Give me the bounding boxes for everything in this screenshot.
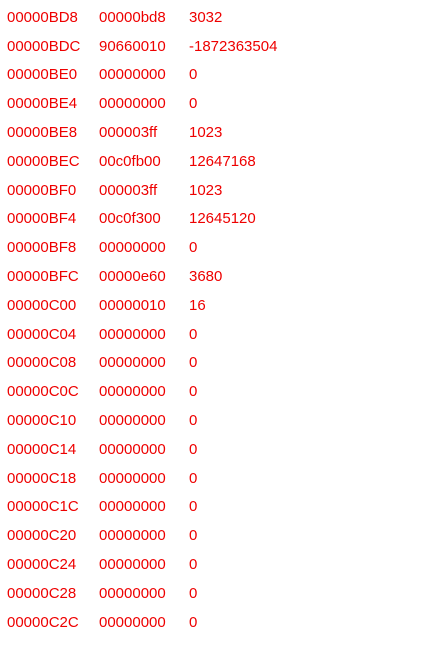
address-cell: 00000BFC [7, 268, 79, 286]
hex-value-cell: 00c0fb00 [99, 152, 161, 170]
address-cell: 00000BDC [7, 37, 81, 55]
decimal-value-cell: 0 [189, 66, 198, 84]
address-cell: 00000BE4 [7, 95, 78, 113]
address-cell: 00000C14 [7, 440, 77, 458]
address-cell: 00000C10 [7, 412, 77, 430]
hex-value-cell: 00000000 [99, 556, 166, 574]
memory-row: 00000C18 00000000 0 [7, 464, 417, 493]
memory-row: 00000C00 00000010 16 [7, 291, 417, 320]
hex-value-cell: 00000000 [99, 383, 166, 401]
hex-value-cell: 00000000 [99, 613, 166, 631]
memory-row: 00000BF8 00000000 0 [7, 233, 417, 262]
address-cell: 00000C28 [7, 584, 77, 602]
memory-row: 00000C20 00000000 0 [7, 521, 417, 550]
address-cell: 00000BEC [7, 152, 80, 170]
hex-value-cell: 00000000 [99, 354, 166, 372]
memory-row: 00000BE8 000003ff 1023 [7, 118, 417, 147]
address-cell: 00000C0C [7, 383, 79, 401]
hex-value-cell: 00000000 [99, 440, 166, 458]
hex-value-cell: 90660010 [99, 37, 166, 55]
memory-row: 00000C24 00000000 0 [7, 550, 417, 579]
memory-row: 00000BE0 00000000 0 [7, 61, 417, 90]
memory-row: 00000C14 00000000 0 [7, 435, 417, 464]
hex-value-cell: 00000000 [99, 527, 166, 545]
decimal-value-cell: 0 [189, 412, 198, 430]
decimal-value-cell: 0 [189, 469, 198, 487]
address-cell: 00000C18 [7, 469, 77, 487]
hex-value-cell: 00000bd8 [99, 8, 166, 26]
address-cell: 00000BF0 [7, 181, 77, 199]
decimal-value-cell: 1023 [189, 181, 223, 199]
memory-row: 00000BE4 00000000 0 [7, 89, 417, 118]
hex-value-cell: 00000000 [99, 584, 166, 602]
memory-row: 00000C04 00000000 0 [7, 320, 417, 349]
address-cell: 00000C04 [7, 325, 77, 343]
memory-dump-list: 00000BD8 00000bd8 3032 00000BDC 90660010 -187… [7, 3, 417, 637]
memory-row: 00000C28 00000000 0 [7, 579, 417, 608]
address-cell: 00000BE8 [7, 124, 78, 142]
decimal-value-cell: -1872363504 [189, 37, 278, 55]
hex-value-cell: 00000000 [99, 469, 166, 487]
hex-value-cell: 00000000 [99, 66, 166, 84]
decimal-value-cell: 0 [189, 239, 198, 257]
memory-row: 00000C1C 00000000 0 [7, 493, 417, 522]
address-cell: 00000C1C [7, 498, 79, 516]
address-cell: 00000BE0 [7, 66, 78, 84]
address-cell: 00000C24 [7, 556, 77, 574]
decimal-value-cell: 0 [189, 556, 198, 574]
address-cell: 00000C00 [7, 296, 77, 314]
hex-value-cell: 00000000 [99, 412, 166, 430]
address-cell: 00000C20 [7, 527, 77, 545]
decimal-value-cell: 3032 [189, 8, 223, 26]
decimal-value-cell: 0 [189, 325, 198, 343]
memory-row: 00000C10 00000000 0 [7, 406, 417, 435]
memory-row: 00000C2C 00000000 0 [7, 608, 417, 637]
decimal-value-cell: 0 [189, 95, 198, 113]
address-cell: 00000BD8 [7, 8, 78, 26]
hex-value-cell: 00000000 [99, 325, 166, 343]
decimal-value-cell: 0 [189, 383, 198, 401]
hex-value-cell: 00000000 [99, 498, 166, 516]
decimal-value-cell: 0 [189, 498, 198, 516]
hex-value-cell: 000003ff [99, 124, 158, 142]
address-cell: 00000BF8 [7, 239, 77, 257]
memory-row: 00000BEC 00c0fb00 12647168 [7, 147, 417, 176]
memory-row: 00000C08 00000000 0 [7, 349, 417, 378]
address-cell: 00000C2C [7, 613, 79, 631]
hex-value-cell: 00000000 [99, 95, 166, 113]
decimal-value-cell: 3680 [189, 268, 223, 286]
decimal-value-cell: 0 [189, 613, 198, 631]
memory-row: 00000BF4 00c0f300 12645120 [7, 205, 417, 234]
decimal-value-cell: 0 [189, 354, 198, 372]
hex-value-cell: 000003ff [99, 181, 158, 199]
hex-value-cell: 00c0f300 [99, 210, 161, 228]
decimal-value-cell: 12647168 [189, 152, 256, 170]
memory-row: 00000BFC 00000e60 3680 [7, 262, 417, 291]
address-cell: 00000BF4 [7, 210, 77, 228]
memory-row: 00000BD8 00000bd8 3032 [7, 3, 417, 32]
decimal-value-cell: 0 [189, 440, 198, 458]
address-cell: 00000C08 [7, 354, 77, 372]
hex-value-cell: 00000010 [99, 296, 166, 314]
decimal-value-cell: 12645120 [189, 210, 256, 228]
decimal-value-cell: 0 [189, 527, 198, 545]
hex-value-cell: 00000e60 [99, 268, 166, 286]
decimal-value-cell: 16 [189, 296, 206, 314]
hex-value-cell: 00000000 [99, 239, 166, 257]
memory-row: 00000BF0 000003ff 1023 [7, 176, 417, 205]
decimal-value-cell: 0 [189, 584, 198, 602]
decimal-value-cell: 1023 [189, 124, 223, 142]
memory-row: 00000C0C 00000000 0 [7, 377, 417, 406]
memory-row: 00000BDC 90660010 -1872363504 [7, 32, 417, 61]
